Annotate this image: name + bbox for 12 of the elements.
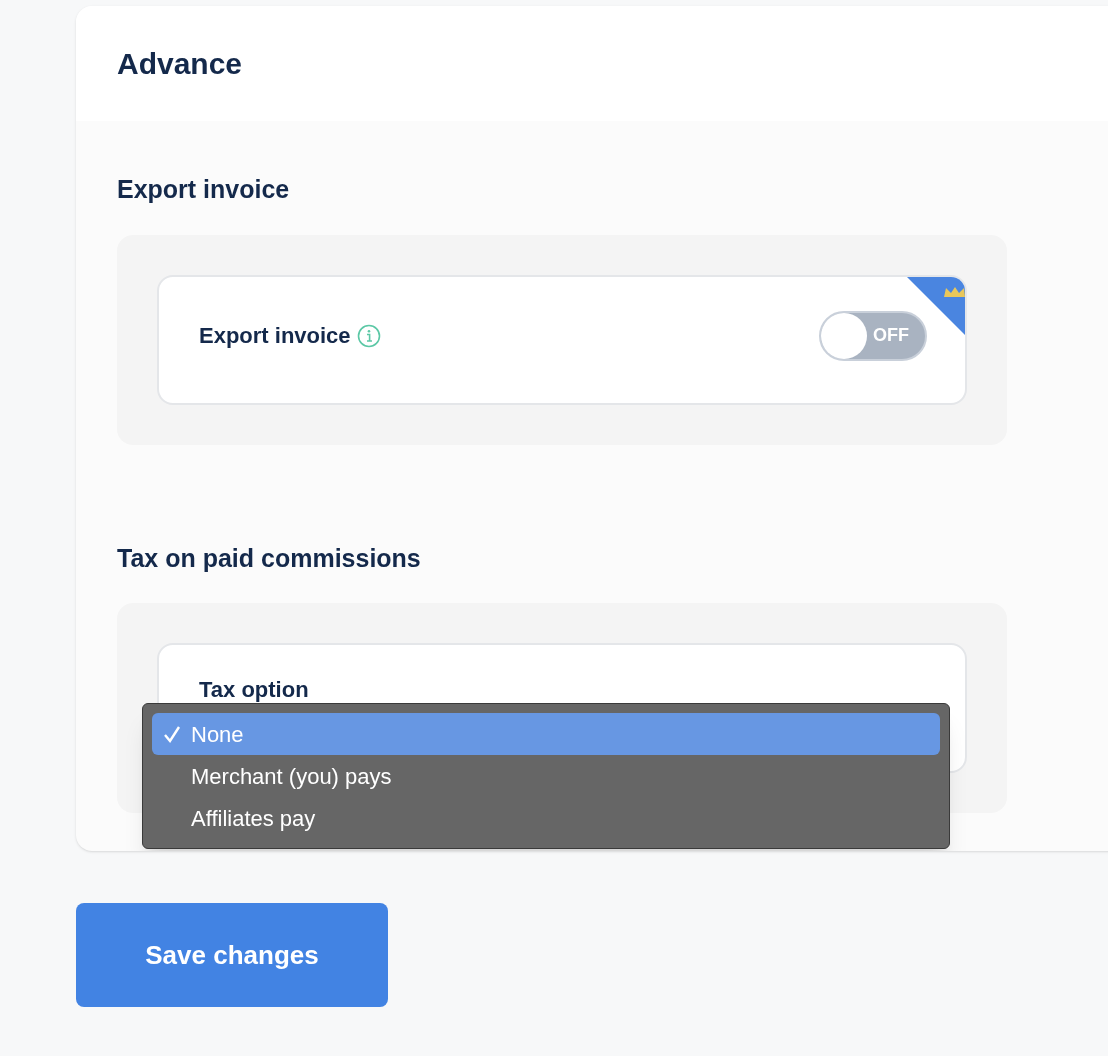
card-title: Advance (117, 46, 243, 82)
toggle-switch[interactable]: OFF (819, 310, 927, 361)
dropdown-option[interactable]: Merchant (you) pays (152, 755, 940, 797)
info-icon[interactable] (356, 323, 381, 348)
section-heading: Tax on paid commissions (117, 542, 422, 574)
setting-label: Tax option (199, 676, 310, 704)
dropdown-option[interactable]: None (152, 713, 940, 755)
save-changes-button[interactable]: Save changes (76, 903, 388, 1007)
checkmark-icon (162, 725, 181, 743)
section-heading: Export invoice (117, 174, 291, 205)
setting-label: Export invoice (199, 322, 351, 350)
dropdown-option[interactable]: Affiliates pay (152, 797, 940, 839)
